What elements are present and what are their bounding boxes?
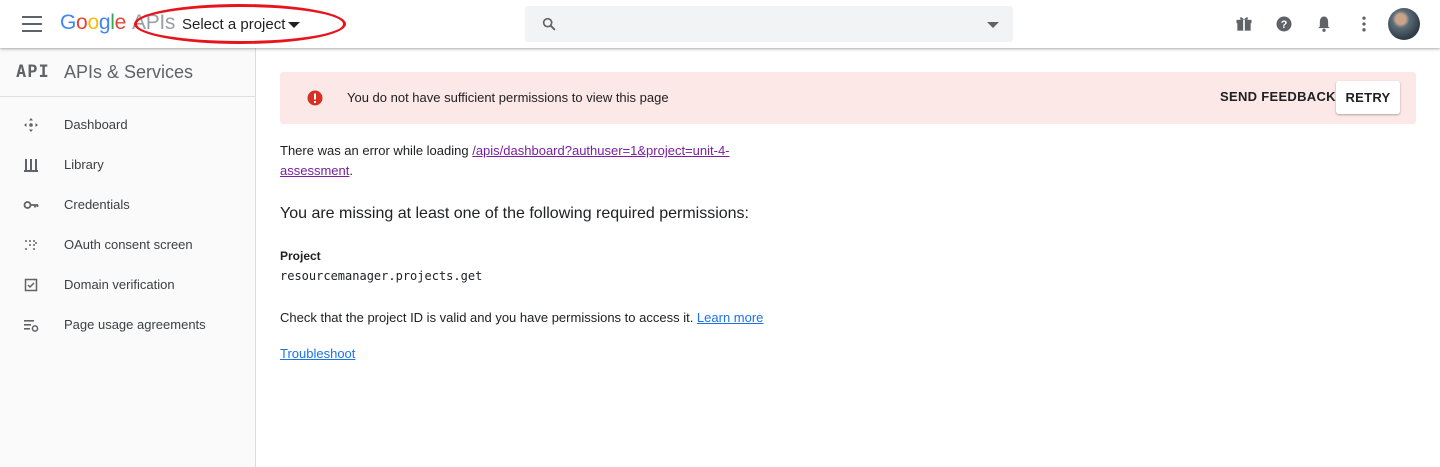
logo-letter: e [114,11,127,34]
sidebar-item-label: OAuth consent screen [64,237,193,252]
error-detail: There was an error while loading /apis/d… [280,141,750,181]
sidebar-item-dashboard[interactable]: Dashboard [0,105,255,145]
learn-more-link[interactable]: Learn more [697,310,763,325]
project-label: Project [280,249,321,263]
sidebar-item-domain-verification[interactable]: Domain verification [0,265,255,305]
search-dropdown-icon[interactable] [987,22,999,28]
error-banner: You do not have sufficient permissions t… [280,72,1416,124]
sidebar-item-label: Page usage agreements [64,317,206,332]
checkbox-icon [24,278,38,292]
sidebar-title: APIs & Services [64,62,194,82]
logo-letter: o [87,11,99,34]
sidebar-item-library[interactable]: Library [0,145,255,185]
troubleshoot-link[interactable]: Troubleshoot [280,346,355,361]
oauth-icon [25,240,37,250]
logo-letter: G [60,11,77,34]
logo-letter: o [76,11,88,34]
more-vert-icon[interactable] [1354,14,1374,34]
avatar[interactable] [1388,8,1420,40]
settings-list-icon [24,320,39,332]
sidebar-header: API APIs & Services [0,48,255,97]
logo-suffix: APIs [131,11,176,34]
sidebar-item-label: Credentials [64,197,130,212]
check-text: Check that the project ID is valid and y… [280,310,697,325]
error-message: You do not have sufficient permissions t… [347,90,669,105]
top-app-bar: Google APIs Select a project ? [0,0,1440,48]
notifications-icon[interactable] [1314,14,1334,34]
sidebar-item-credentials[interactable]: Credentials [0,185,255,225]
check-message: Check that the project ID is valid and y… [280,310,763,325]
sidebar-item-label: Dashboard [64,117,128,132]
sidebar-item-label: Library [64,157,104,172]
missing-permissions-heading: You are missing at least one of the foll… [280,205,749,222]
search-icon [542,17,556,31]
google-apis-logo[interactable]: Google APIs [60,11,175,35]
sidebar-item-label: Domain verification [64,277,175,292]
sidebar: API APIs & Services Dashboard Library Cr… [0,48,256,467]
sidebar-item-oauth-consent[interactable]: OAuth consent screen [0,225,255,265]
dashboard-icon [24,118,38,132]
gift-icon[interactable] [1234,14,1254,34]
error-suffix: . [349,163,353,178]
error-icon [307,90,323,106]
library-icon [24,159,38,172]
menu-icon[interactable] [22,16,42,32]
logo-letter: g [98,11,111,34]
chevron-down-icon[interactable] [288,22,300,28]
help-icon[interactable]: ? [1274,14,1294,34]
search-input[interactable] [525,6,1013,42]
svg-text:?: ? [1281,19,1288,31]
send-feedback-button[interactable]: SEND FEEDBACK [1220,89,1336,104]
key-icon [23,201,39,209]
project-selector[interactable]: Select a project [182,16,285,33]
api-icon: API [16,62,50,82]
sidebar-item-page-usage[interactable]: Page usage agreements [0,305,255,345]
permission-name: resourcemanager.projects.get [280,269,483,283]
retry-button[interactable]: RETRY [1336,81,1400,114]
error-prefix: There was an error while loading [280,143,473,158]
